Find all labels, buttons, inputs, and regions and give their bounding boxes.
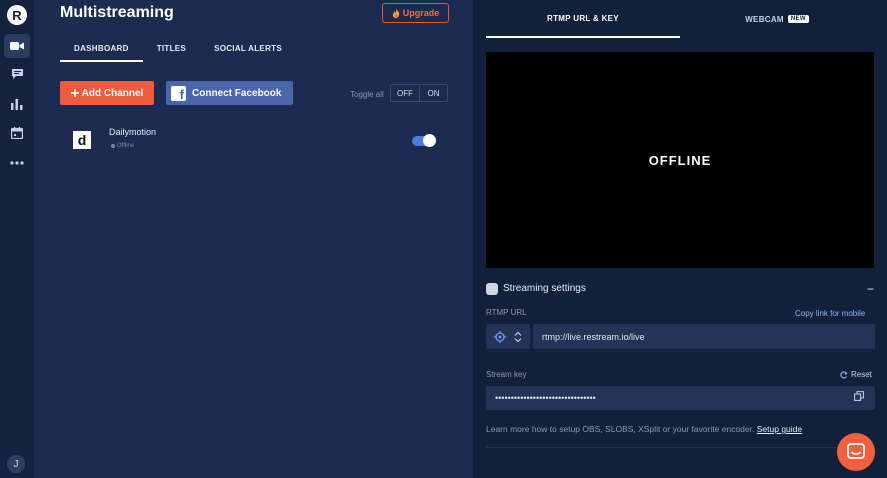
toggle-all-label: Toggle all: [350, 90, 384, 99]
add-channel-button[interactable]: Add Channel: [60, 81, 154, 105]
support-chat-button[interactable]: [837, 433, 875, 471]
copy-icon[interactable]: [854, 391, 864, 401]
upgrade-label: Upgrade: [402, 8, 440, 18]
divider: [486, 447, 875, 448]
right-tabs: RTMP URL & KEY WEBCAM NEW: [486, 0, 874, 38]
add-channel-label: Add Channel: [81, 87, 144, 99]
tab-rtmp-url-key[interactable]: RTMP URL & KEY: [486, 0, 680, 38]
new-badge: NEW: [787, 15, 809, 23]
status-dot-icon: [111, 144, 115, 148]
channel-status: Offline: [111, 143, 134, 149]
preview-status: OFFLINE: [648, 152, 712, 168]
settings-gear-icon: [486, 283, 498, 295]
main-panel: Multistreaming Upgrade DASHBOARD TITLES …: [34, 0, 473, 478]
channel-name: Dailymotion: [109, 127, 157, 137]
toggle-all-control: OFF ON: [390, 84, 448, 102]
connect-facebook-label: Connect Facebook: [192, 87, 282, 99]
left-rail: R J: [0, 0, 34, 478]
chat-icon: [847, 443, 865, 459]
chat-bubble-icon[interactable]: [4, 62, 30, 86]
crosshair-icon: [494, 330, 506, 343]
stream-key-label: Stream key: [486, 370, 527, 379]
rtmp-url-label: RTMP URL: [486, 308, 527, 317]
restream-logo[interactable]: R: [7, 5, 27, 25]
toggle-all-off-button[interactable]: OFF: [391, 85, 419, 101]
up-down-chevron-icon: [514, 331, 522, 342]
facebook-icon: f: [171, 85, 186, 101]
reset-key-button[interactable]: Reset: [840, 370, 872, 379]
switch-knob: [423, 134, 436, 147]
tab-dashboard[interactable]: DASHBOARD: [60, 38, 143, 62]
toggle-all-on-button[interactable]: ON: [419, 85, 447, 101]
bar-chart-icon[interactable]: [4, 92, 30, 116]
channel-toggle-switch[interactable]: [412, 134, 436, 147]
tab-webcam[interactable]: WEBCAM NEW: [680, 0, 874, 38]
stream-preview: OFFLINE: [486, 52, 874, 268]
flame-icon: [392, 8, 399, 18]
calendar-icon[interactable]: [4, 121, 30, 145]
user-avatar[interactable]: J: [7, 455, 25, 473]
copy-link-mobile[interactable]: Copy link for mobile: [795, 309, 865, 318]
page-title: Multistreaming: [60, 4, 174, 21]
more-dots-icon[interactable]: [4, 151, 30, 175]
server-selector[interactable]: [486, 324, 530, 349]
setup-guide-link[interactable]: Setup guide: [757, 424, 802, 434]
stream-key-field[interactable]: ••••••••••••••••••••••••••••••••: [486, 386, 875, 410]
tab-webcam-label: WEBCAM: [745, 14, 784, 24]
channel-status-text: Offline: [117, 143, 135, 149]
streaming-settings-title: Streaming settings: [503, 283, 586, 294]
tab-social-alerts[interactable]: SOCIAL ALERTS: [200, 38, 296, 62]
reset-label: Reset: [851, 370, 872, 379]
tab-rtmp-label: RTMP URL & KEY: [547, 13, 619, 23]
video-camera-icon[interactable]: [4, 34, 30, 58]
collapse-button[interactable]: −: [867, 282, 874, 296]
plus-icon: [70, 89, 79, 97]
refresh-icon: [840, 370, 848, 378]
setup-help-text: Learn more how to setup OBS, SLOBS, XSpl…: [486, 424, 802, 434]
stream-settings-panel: RTMP URL & KEY WEBCAM NEW OFFLINE Stream…: [473, 0, 887, 478]
main-tabs: DASHBOARD TITLES SOCIAL ALERTS: [60, 38, 296, 62]
upgrade-button[interactable]: Upgrade: [382, 3, 449, 23]
tab-titles[interactable]: TITLES: [143, 38, 200, 62]
help-text: Learn more how to setup OBS, SLOBS, XSpl…: [486, 424, 755, 434]
rtmp-url-field[interactable]: rtmp://live.restream.io/live: [533, 324, 875, 349]
connect-facebook-button[interactable]: f Connect Facebook: [166, 81, 293, 105]
dailymotion-logo: d: [73, 131, 91, 149]
